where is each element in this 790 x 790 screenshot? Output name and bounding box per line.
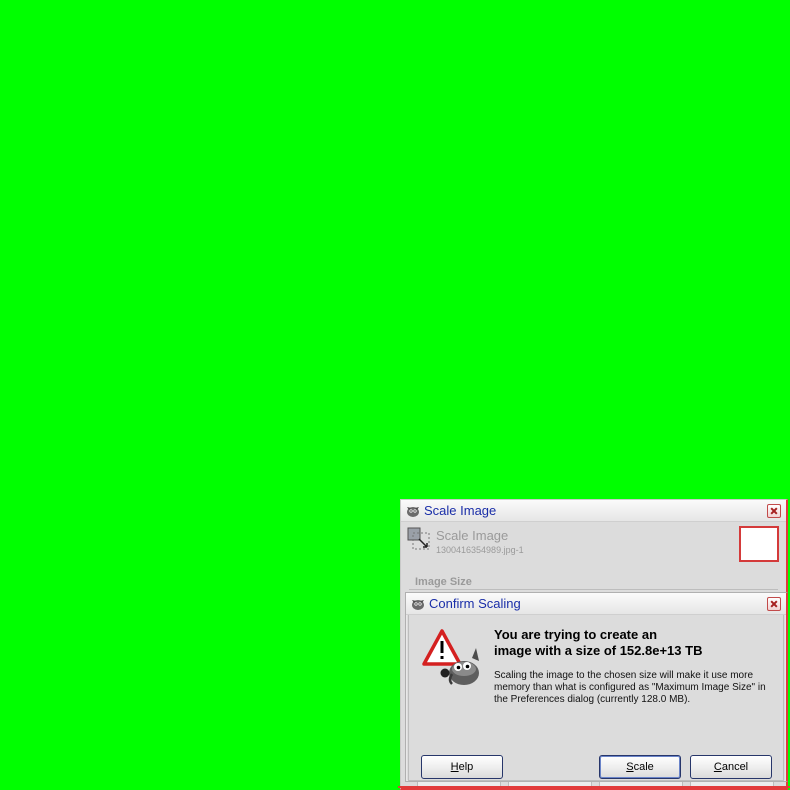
- secondary-message: Scaling the image to the chosen size wil…: [494, 670, 766, 705]
- close-icon[interactable]: [767, 503, 781, 518]
- window-edge-highlight: [398, 786, 790, 788]
- confirm-scaling-titlebar[interactable]: Confirm Scaling: [406, 593, 786, 615]
- primary-message: You are trying to create an image with a…: [494, 627, 764, 659]
- gimp-icon: [410, 597, 426, 611]
- primary-message-line1: You are trying to create an: [494, 627, 658, 642]
- confirm-scaling-title: Confirm Scaling: [429, 596, 521, 611]
- scale-image-title: Scale Image: [424, 503, 497, 518]
- scale-image-header-title: Scale Image: [436, 528, 509, 543]
- section-divider: [409, 589, 778, 590]
- scale-image-header: Scale Image 1300416354989.jpg-1: [401, 522, 786, 568]
- image-preview-thumbnail: [739, 526, 779, 562]
- image-size-section-label: Image Size: [415, 576, 472, 588]
- cancel-button[interactable]: Cancel: [690, 755, 772, 779]
- close-icon[interactable]: [767, 596, 781, 611]
- confirm-scaling-body: You are trying to create an image with a…: [406, 615, 786, 781]
- gimp-icon: [405, 504, 421, 518]
- primary-message-line2: image with a size of 152.8e+13 TB: [494, 643, 703, 658]
- scale-image-titlebar[interactable]: Scale Image: [401, 500, 786, 522]
- scale-button[interactable]: Scale: [599, 755, 681, 779]
- warning-wilber-icon: [422, 628, 484, 690]
- image-filename: 1300416354989.jpg-1: [436, 545, 524, 555]
- confirm-scaling-dialog: Confirm Scaling You are trying to create…: [405, 592, 788, 782]
- help-button[interactable]: Help: [421, 755, 503, 779]
- scale-image-icon: [407, 527, 431, 551]
